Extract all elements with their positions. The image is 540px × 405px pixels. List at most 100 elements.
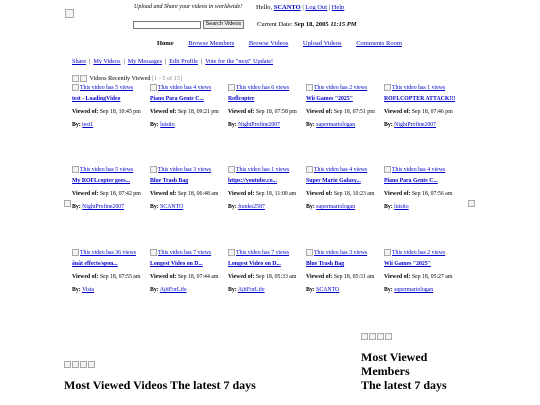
- video-title-link[interactable]: Piano Para Gente C...: [150, 96, 228, 103]
- video-card: This video has 5 views test - LoadingVide…: [72, 84, 150, 128]
- video-title-link[interactable]: Longest Video on D...: [228, 261, 306, 268]
- video-title-link[interactable]: ROFLCOPTER ATTACK!!!: [384, 96, 462, 103]
- thumbnail-image-icon: [72, 84, 79, 91]
- most-viewed-members-title: Most Viewed Members The latest 7 days: [361, 350, 447, 392]
- uploader-link[interactable]: test1: [82, 122, 93, 128]
- subnav-my-messages[interactable]: My Messages: [128, 58, 162, 65]
- uploader-link[interactable]: Vista: [82, 287, 94, 293]
- video-title-link[interactable]: Blue Trash Bag: [150, 178, 228, 185]
- video-title-link[interactable]: Roflcopter: [228, 96, 306, 103]
- search-videos-button[interactable]: Search Videos: [202, 20, 245, 29]
- search-bar: Search Videos: [133, 20, 245, 29]
- video-thumbnail[interactable]: This video has 36 views: [72, 249, 150, 256]
- video-thumbnail[interactable]: This video has 5 views: [72, 84, 150, 91]
- uploader-info: By: supermariologan: [306, 204, 384, 210]
- thumbnail-image-icon: [306, 166, 313, 173]
- user-links: Hello, SCANTO | Log Out | Help: [256, 4, 344, 11]
- uploader-info: By: supermariologan: [306, 122, 384, 128]
- nav-browse-videos[interactable]: Browse Videos: [249, 40, 288, 47]
- video-card: This video has 2 views Wii Games "2025" Vi…: [306, 84, 384, 128]
- next-arrow-icon[interactable]: [468, 200, 475, 207]
- thumbnail-alt-text: This video has 5 views: [80, 84, 134, 91]
- video-row: This video has 5 views test - LoadingVide…: [72, 84, 462, 128]
- video-card: This video has 1 views https://youtube.co…: [228, 166, 306, 210]
- by-label: By:: [384, 204, 393, 210]
- viewed-info: Viewed of: Sep 18, 06:48 am: [150, 191, 228, 198]
- site-logo[interactable]: [65, 9, 74, 18]
- viewed-info: Viewed of: Sep 18, 10:45 pm: [72, 109, 150, 116]
- subnav-edit-profile[interactable]: Edit Profile: [169, 58, 198, 65]
- video-thumbnail[interactable]: This video has 7 views: [228, 249, 306, 256]
- by-label: By:: [306, 204, 315, 210]
- current-date: Current Date: Sep 18, 2005 11:15 PM: [257, 21, 357, 28]
- username-link[interactable]: SCANTO: [274, 4, 301, 11]
- hello-text: Hello,: [256, 4, 273, 11]
- uploader-link[interactable]: supermariologan: [394, 287, 433, 293]
- by-label: By:: [72, 122, 81, 128]
- video-thumbnail[interactable]: This video has 6 views: [228, 84, 306, 91]
- video-title-link[interactable]: Blue Trash Bag: [306, 261, 384, 268]
- uploader-link[interactable]: supermariologan: [316, 122, 355, 128]
- uploader-link[interactable]: luisito: [394, 204, 409, 210]
- video-thumbnail[interactable]: This video has 3 views: [150, 166, 228, 173]
- icon: [377, 333, 384, 340]
- video-title-link[interactable]: Piano Para Gente C...: [384, 178, 462, 185]
- help-link[interactable]: Help: [332, 4, 345, 11]
- search-input[interactable]: [133, 20, 201, 29]
- video-title-link[interactable]: ânât effects/spon...: [72, 261, 150, 268]
- uploader-link[interactable]: NightProfine2007: [394, 122, 436, 128]
- title-line: Most Viewed: [361, 350, 428, 364]
- icon: [385, 333, 392, 340]
- video-title-link[interactable]: Wii Games "2025": [384, 261, 462, 268]
- thumbnail-image-icon: [228, 84, 235, 91]
- viewed-info: Viewed of: Sep 18, 09:21 pm: [150, 109, 228, 116]
- thumbnail-alt-text: This video has 1 views: [236, 166, 290, 173]
- video-thumbnail[interactable]: This video has 2 views: [306, 84, 384, 91]
- uploader-link[interactable]: AjitForLife: [160, 287, 187, 293]
- viewed-date: Sep 18, 05:31 am: [333, 274, 375, 280]
- video-thumbnail[interactable]: This video has 4 views: [384, 166, 462, 173]
- icon: [88, 361, 95, 368]
- nav-home[interactable]: Home: [157, 40, 174, 47]
- video-title-link[interactable]: https://youtube.co...: [228, 178, 306, 185]
- thumbnail-alt-text: This video has 4 views: [158, 84, 212, 91]
- uploader-link[interactable]: AjitForLife: [238, 287, 265, 293]
- video-card: This video has 3 views Blue Trash Bag View…: [306, 249, 384, 293]
- subnav-share[interactable]: Share: [72, 58, 86, 65]
- video-thumbnail[interactable]: This video has 2 views: [384, 249, 462, 256]
- video-thumbnail[interactable]: This video has 3 views: [306, 249, 384, 256]
- subnav-my-videos[interactable]: My Videos: [93, 58, 120, 65]
- logout-link[interactable]: Log Out: [305, 4, 327, 11]
- uploader-link[interactable]: luisito: [160, 122, 175, 128]
- uploader-info: By: NightProfine2007: [72, 204, 150, 210]
- uploader-link[interactable]: NightProfine2007: [238, 122, 280, 128]
- video-thumbnail[interactable]: This video has 7 views: [150, 249, 228, 256]
- video-title-link[interactable]: Wii Games "2025": [306, 96, 384, 103]
- video-thumbnail[interactable]: This video has 4 views: [306, 166, 384, 173]
- uploader-link[interactable]: franko2587: [238, 204, 265, 210]
- uploader-link[interactable]: supermariologan: [316, 204, 355, 210]
- nav-browse-members[interactable]: Browse Members: [188, 40, 234, 47]
- video-title-link[interactable]: My ROFLcopter goes...: [72, 178, 150, 185]
- previous-arrow-icon[interactable]: [64, 200, 71, 207]
- subnav-vote[interactable]: Vote for the "next" Update!: [205, 58, 273, 65]
- nav-upload-videos[interactable]: Upload Videos: [303, 40, 342, 47]
- thumbnail-alt-text: This video has 2 views: [314, 84, 368, 91]
- nav-comments-room[interactable]: Comments Room: [356, 40, 402, 47]
- most-viewed-members-icons: [361, 333, 393, 340]
- video-thumbnail[interactable]: This video has 1 views: [228, 166, 306, 173]
- video-thumbnail[interactable]: This video has 1 views: [384, 84, 462, 91]
- uploader-info: By: franko2587: [228, 204, 306, 210]
- site-tagline: Upload and Share your videos in worldwid…: [134, 4, 243, 10]
- video-title-link[interactable]: test - LoadingVideo: [72, 96, 150, 103]
- uploader-link[interactable]: SCANTO: [160, 204, 183, 210]
- viewed-date: Sep 18, 06:48 am: [177, 191, 219, 197]
- video-card: This video has 4 views Piano Para Gente C…: [384, 166, 462, 210]
- video-thumbnail[interactable]: This video has 5 views: [72, 166, 150, 173]
- viewed-info: Viewed of: Sep 18, 05:27 am: [384, 274, 462, 281]
- video-thumbnail[interactable]: This video has 4 views: [150, 84, 228, 91]
- video-title-link[interactable]: Super Mario Galaxy...: [306, 178, 384, 185]
- uploader-link[interactable]: SCANTO: [316, 287, 339, 293]
- uploader-link[interactable]: NightProfine2007: [82, 204, 124, 210]
- video-title-link[interactable]: Longest Video on D...: [150, 261, 228, 268]
